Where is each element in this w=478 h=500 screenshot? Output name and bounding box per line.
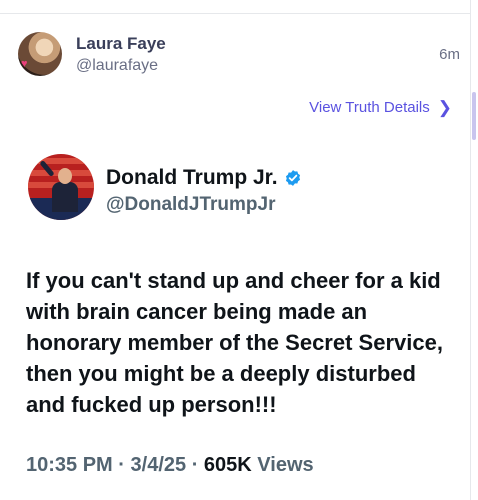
quoted-post-text: If you can't stand up and cheer for a ki… bbox=[26, 268, 443, 417]
views-count: 605K bbox=[203, 454, 252, 476]
avatar-figure bbox=[52, 182, 78, 212]
post-timestamp: 6m bbox=[439, 46, 460, 63]
quoted-post-meta: 10:35 PM · 3/4/25 · 605K Views bbox=[26, 454, 314, 477]
quoted-author-name[interactable]: Donald Trump Jr. bbox=[106, 166, 302, 190]
avatar-head bbox=[58, 168, 72, 184]
post-time[interactable]: 10:35 PM bbox=[26, 454, 113, 476]
post-author-name[interactable]: Laura Faye bbox=[76, 34, 166, 54]
scrollbar-thumb[interactable] bbox=[472, 92, 476, 140]
top-divider bbox=[0, 13, 470, 14]
quoted-author-avatar[interactable] bbox=[28, 154, 94, 220]
post-author-handle[interactable]: @laurafaye bbox=[76, 57, 158, 75]
meta-separator: · bbox=[118, 454, 125, 476]
quoted-author-name-text: Donald Trump Jr. bbox=[106, 166, 278, 189]
post-author-avatar[interactable]: ♥ bbox=[18, 32, 62, 76]
avatar-stripe bbox=[28, 158, 94, 164]
views-label: Views bbox=[257, 454, 314, 476]
view-truth-details-link[interactable]: View Truth Details ❯ bbox=[309, 99, 452, 116]
right-divider bbox=[470, 0, 471, 500]
quoted-author-handle[interactable]: @DonaldJTrumpJr bbox=[106, 194, 276, 216]
view-truth-details-label: View Truth Details bbox=[309, 99, 430, 116]
chevron-right-icon: ❯ bbox=[437, 98, 452, 117]
verified-badge-icon bbox=[285, 170, 300, 186]
post-date[interactable]: 3/4/25 bbox=[131, 454, 187, 476]
meta-separator: · bbox=[191, 454, 199, 476]
heart-icon: ♥ bbox=[21, 58, 28, 70]
